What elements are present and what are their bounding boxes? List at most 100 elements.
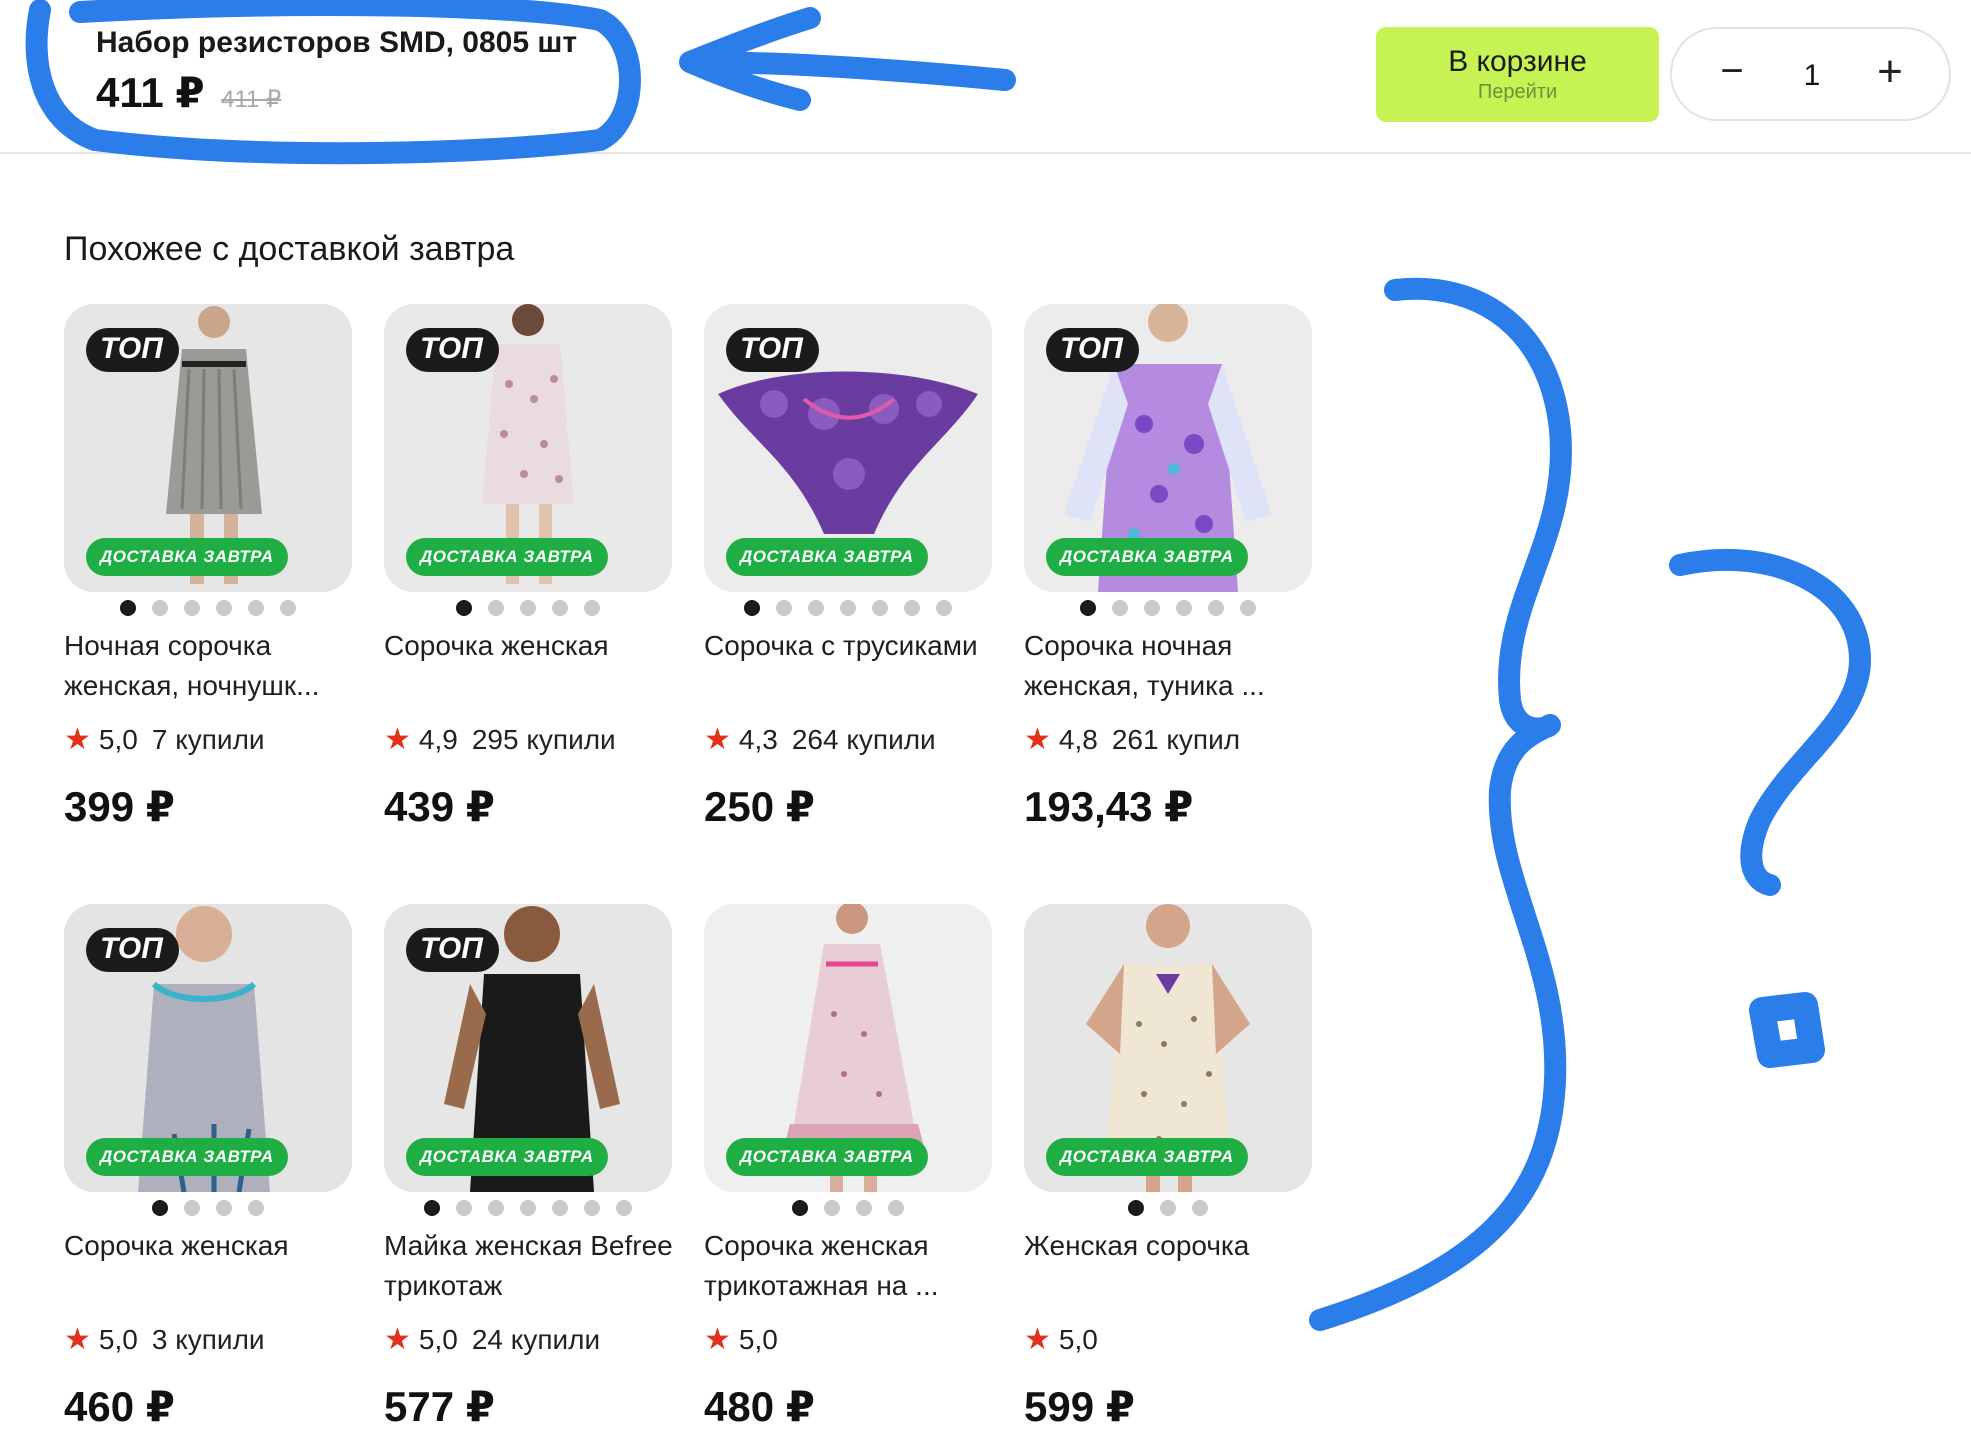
carousel-dot[interactable] — [184, 1200, 200, 1216]
product-name[interactable]: Сорочка женская трикотажная на ... — [704, 1226, 1004, 1306]
carousel-dot[interactable] — [744, 600, 760, 616]
product-card[interactable]: ТОП ДОСТАВКА ЗАВТРА Сорочка с трусиками ★ 4,… — [704, 304, 1000, 864]
carousel-dot[interactable] — [616, 1200, 632, 1216]
carousel-dot[interactable] — [552, 1200, 568, 1216]
carousel-dot[interactable] — [216, 1200, 232, 1216]
question-mark-annotation — [1669, 548, 1871, 896]
purchase-count: 24 купили — [471, 1324, 601, 1355]
image-carousel-dots — [64, 1200, 352, 1220]
carousel-dot[interactable] — [824, 1200, 840, 1216]
current-price: 411 ₽ — [96, 69, 205, 116]
carousel-dot[interactable] — [1240, 600, 1256, 616]
carousel-dot[interactable] — [424, 1200, 440, 1216]
carousel-dot[interactable] — [184, 600, 200, 616]
product-price: 460 ₽ — [64, 1383, 175, 1430]
product-card[interactable]: ТОП ДОСТАВКА ЗАВТРА Сорочка женская ★ 4,9 295… — [384, 304, 680, 864]
carousel-dot[interactable] — [584, 1200, 600, 1216]
rating-value: 5,0 — [98, 1324, 138, 1355]
carousel-dot[interactable] — [1192, 1200, 1208, 1216]
product-name[interactable]: Майка женская Befree трикотаж — [384, 1226, 684, 1306]
product-card[interactable]: ТОП ДОСТАВКА ЗАВТРА Ночная сорочка женская… — [64, 304, 360, 864]
product-rating: ★ 5,0 3 купили — [64, 1322, 265, 1357]
carousel-dot[interactable] — [872, 600, 888, 616]
image-carousel-dots — [704, 600, 992, 620]
carousel-dot[interactable] — [280, 600, 296, 616]
product-image[interactable]: ТОП ДОСТАВКА ЗАВТРА — [64, 304, 352, 592]
product-rating: ★ 4,9 295 купили — [384, 722, 616, 757]
product-name[interactable]: Сорочка женская — [384, 626, 684, 666]
carousel-dot[interactable] — [216, 600, 232, 616]
carousel-dot[interactable] — [856, 1200, 872, 1216]
product-card[interactable]: ДОСТАВКА ЗАВТРА Сорочка женская трикотажн… — [704, 904, 1000, 1439]
product-card[interactable]: ТОП ДОСТАВКА ЗАВТРА Сорочка женская ★ 5,0 3 к… — [64, 904, 360, 1439]
product-image[interactable]: ДОСТАВКА ЗАВТРА — [1024, 904, 1312, 1192]
in-cart-button[interactable]: В корзине Перейти — [1376, 27, 1659, 122]
carousel-dot[interactable] — [488, 1200, 504, 1216]
carousel-dot[interactable] — [552, 600, 568, 616]
carousel-dot[interactable] — [904, 600, 920, 616]
product-price: 250 ₽ — [704, 783, 815, 830]
carousel-dot[interactable] — [1208, 600, 1224, 616]
carousel-dot[interactable] — [248, 600, 264, 616]
top-badge: ТОП — [406, 928, 499, 972]
carousel-dot[interactable] — [584, 600, 600, 616]
carousel-dot[interactable] — [1144, 600, 1160, 616]
rating-value: 5,0 — [418, 1324, 458, 1355]
carousel-dot[interactable] — [1080, 600, 1096, 616]
carousel-dot[interactable] — [1176, 600, 1192, 616]
star-icon: ★ — [704, 723, 731, 756]
top-badge: ТОП — [406, 328, 499, 372]
product-image[interactable]: ДОСТАВКА ЗАВТРА — [704, 904, 992, 1192]
go-to-cart-label: Перейти — [1477, 81, 1558, 103]
product-image[interactable]: ТОП ДОСТАВКА ЗАВТРА — [384, 304, 672, 592]
carousel-dot[interactable] — [520, 600, 536, 616]
carousel-dot[interactable] — [936, 600, 952, 616]
product-image[interactable]: ТОП ДОСТАВКА ЗАВТРА — [384, 904, 672, 1192]
carousel-dot[interactable] — [1160, 1200, 1176, 1216]
product-name[interactable]: Сорочка с трусиками — [704, 626, 1004, 666]
star-icon: ★ — [704, 1323, 731, 1356]
section-title: Похожее с доставкой завтра — [64, 230, 515, 268]
product-card[interactable]: ДОСТАВКА ЗАВТРА Женская сорочка ★ 5,0 599 ₽ — [1024, 904, 1320, 1439]
carousel-dot[interactable] — [248, 1200, 264, 1216]
product-image[interactable]: ТОП ДОСТАВКА ЗАВТРА — [704, 304, 992, 592]
image-carousel-dots — [64, 600, 352, 620]
product-image[interactable]: ТОП ДОСТАВКА ЗАВТРА — [64, 904, 352, 1192]
decrease-quantity-button[interactable]: − — [1710, 49, 1754, 99]
product-image[interactable]: ТОП ДОСТАВКА ЗАВТРА — [1024, 304, 1312, 592]
carousel-dot[interactable] — [456, 1200, 472, 1216]
carousel-dot[interactable] — [152, 1200, 168, 1216]
carousel-dot[interactable] — [888, 1200, 904, 1216]
carousel-dot[interactable] — [808, 600, 824, 616]
carousel-dot[interactable] — [488, 600, 504, 616]
star-icon: ★ — [384, 1323, 411, 1356]
product-price: 439 ₽ — [384, 783, 495, 830]
top-badge: ТОП — [1046, 328, 1139, 372]
carousel-dot[interactable] — [840, 600, 856, 616]
product-rating: ★ 5,0 24 купили — [384, 1322, 600, 1357]
product-name[interactable]: Сорочка женская — [64, 1226, 364, 1266]
product-card[interactable]: ТОП ДОСТАВКА ЗАВТРА Сорочка ночная женская… — [1024, 304, 1320, 864]
carousel-dot[interactable] — [776, 600, 792, 616]
product-name[interactable]: Ночная сорочка женская, ночнушк... — [64, 626, 364, 706]
purchase-count: 261 купил — [1111, 724, 1241, 755]
carousel-dot[interactable] — [520, 1200, 536, 1216]
product-name[interactable]: Женская сорочка — [1024, 1226, 1324, 1266]
carousel-dot[interactable] — [792, 1200, 808, 1216]
star-icon: ★ — [1024, 1323, 1051, 1356]
increase-quantity-button[interactable]: + — [1868, 47, 1912, 97]
product-card[interactable]: ТОП ДОСТАВКА ЗАВТРА Майка женская Befree т… — [384, 904, 680, 1439]
image-carousel-dots — [1024, 1200, 1312, 1220]
product-price: 480 ₽ — [704, 1383, 815, 1430]
carousel-dot[interactable] — [120, 600, 136, 616]
top-badge: ТОП — [726, 328, 819, 372]
carousel-dot[interactable] — [1128, 1200, 1144, 1216]
carousel-dot[interactable] — [152, 600, 168, 616]
rating-value: 5,0 — [1058, 1324, 1098, 1355]
product-name[interactable]: Сорочка ночная женская, туника ... — [1024, 626, 1324, 706]
top-badge: ТОП — [86, 328, 179, 372]
carousel-dot[interactable] — [1112, 600, 1128, 616]
rating-value: 4,8 — [1058, 724, 1098, 755]
old-price: 411 ₽ — [221, 86, 282, 113]
carousel-dot[interactable] — [456, 600, 472, 616]
